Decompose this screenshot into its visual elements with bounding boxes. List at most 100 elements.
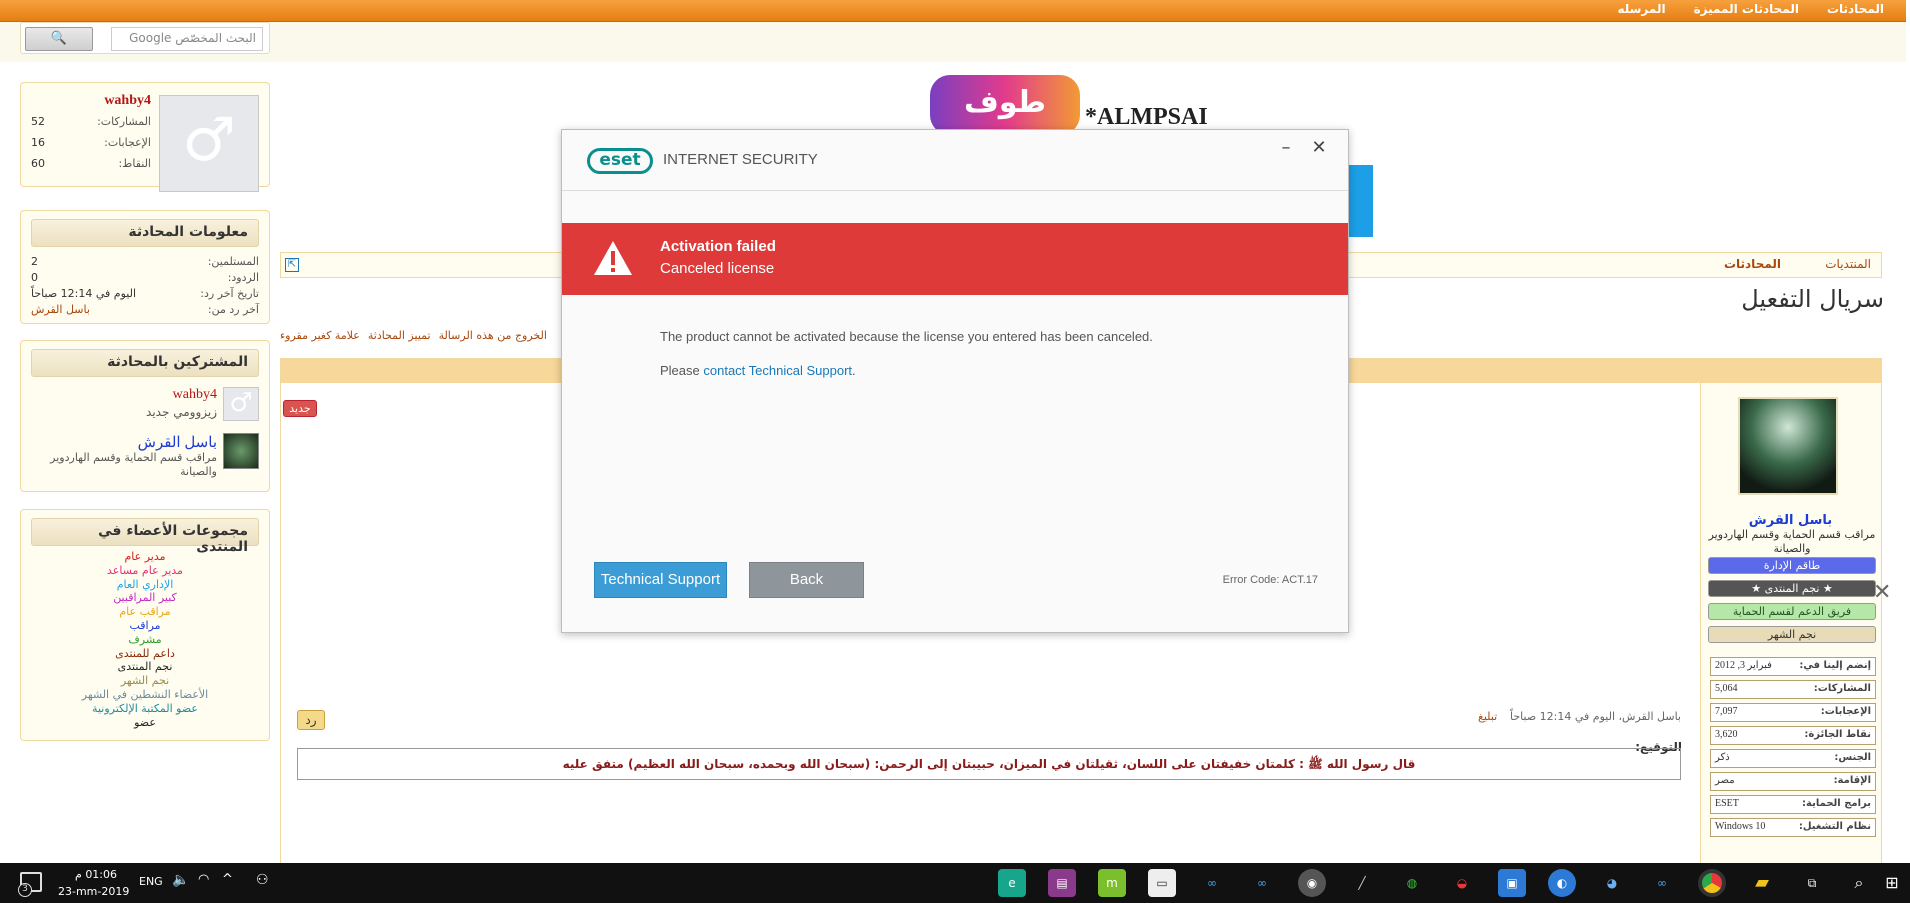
eset-dialog: eset INTERNET SECURITY – ✕ Activation fa…: [561, 129, 1349, 633]
poster-info-row: إنضم إلينا في: فبراير 3, 2012: [1710, 657, 1876, 676]
member-group-item[interactable]: مراقب عام: [20, 605, 270, 618]
app-icon-network-2[interactable]: ∞: [1248, 869, 1276, 897]
replies-value: 0: [31, 271, 38, 284]
app-icon-blue-circle[interactable]: ◐: [1548, 869, 1576, 897]
member-group-item[interactable]: مراقب: [20, 619, 270, 632]
user-points-label: النقاط:: [118, 157, 151, 170]
volume-muted-icon[interactable]: 🔈: [172, 872, 189, 888]
member-group-item[interactable]: عضو: [20, 716, 270, 729]
chrome-icon[interactable]: [1698, 869, 1726, 897]
member-group-item[interactable]: كبير المراقبين: [20, 591, 270, 604]
participants-title: المشتركين بالمحادثة: [31, 349, 259, 377]
app-icon-red[interactable]: ◒: [1448, 869, 1476, 897]
post-meta: باسل القرش، اليوم في 12:14 صباحاً: [1510, 710, 1681, 723]
banner-blue-edge: [1345, 165, 1373, 237]
app-icon-disk[interactable]: ◉: [1298, 869, 1326, 897]
poster-avatar[interactable]: [1738, 397, 1838, 495]
clock-time[interactable]: 01:06 م: [75, 868, 117, 881]
app-icon-tool[interactable]: ╱: [1348, 869, 1376, 897]
poster-info-value: Windows 10: [1715, 821, 1766, 832]
nav-sent[interactable]: المرسله: [1617, 2, 1665, 16]
poster-info-row: الجنس: ذكر: [1710, 749, 1876, 768]
participant-avatar-2[interactable]: [223, 433, 259, 469]
app-icon-e[interactable]: e: [998, 869, 1026, 897]
member-group-item[interactable]: مدير عام مساعد: [20, 564, 270, 577]
search-icon[interactable]: ⌕: [1845, 869, 1873, 897]
participant-name-1[interactable]: wahby4: [173, 387, 217, 403]
logo-latin-text: *ALMPSAI: [1085, 104, 1208, 130]
star-conversation-link[interactable]: تمييز المحادثة: [368, 329, 431, 342]
post-author-time[interactable]: باسل القرش، اليوم في 12:14 صباحاً: [1510, 710, 1681, 723]
member-group-item[interactable]: مشرف: [20, 633, 270, 646]
contact-support-link[interactable]: contact Technical Support: [703, 363, 852, 378]
file-explorer-icon[interactable]: ▰: [1748, 869, 1776, 897]
user-posts-value: 52: [31, 115, 45, 128]
people-icon[interactable]: ⚇: [256, 872, 269, 888]
report-link[interactable]: تبليغ: [1478, 710, 1497, 723]
poster-info-value: فبراير 3, 2012: [1715, 660, 1772, 671]
nav-featured-conversations[interactable]: المحادثات المميزة: [1694, 2, 1799, 16]
search-input[interactable]: البحث المخصّص Google: [111, 27, 263, 51]
please-text: Please: [660, 363, 704, 378]
expand-icon[interactable]: ⇱: [285, 258, 299, 272]
language-indicator[interactable]: ENG: [139, 875, 163, 888]
leave-conversation-link[interactable]: الخروج من هذه الرسالة: [439, 329, 547, 342]
task-view-icon[interactable]: ⧉: [1798, 869, 1826, 897]
member-group-item[interactable]: الإداري العام: [20, 578, 270, 591]
search-button[interactable]: 🔍: [25, 27, 93, 51]
user-panel: ♂ wahby4 المشاركات: 52 الإعجابات: 16 الن…: [20, 82, 270, 192]
male-icon: ♂: [182, 105, 236, 175]
app-icon-globe[interactable]: ◍: [1398, 869, 1426, 897]
minimize-icon[interactable]: –: [1275, 138, 1297, 160]
clock-date[interactable]: 23-mm-2019: [58, 885, 129, 898]
member-group-item[interactable]: مدير عام: [20, 550, 270, 563]
user-name[interactable]: wahby4: [104, 93, 151, 109]
breadcrumb-conversations[interactable]: المحادثات: [1724, 257, 1781, 271]
poster-info-row: نقاط الجائزة: 3,620: [1710, 726, 1876, 745]
participant-avatar-1[interactable]: ♂: [223, 387, 259, 421]
error-code: Error Code: ACT.17: [1222, 574, 1318, 586]
badge-forum-star-text: ★ نجم المنتدى ★: [1751, 582, 1833, 595]
page-title: سريال التفعيل: [1741, 285, 1884, 313]
member-group-item[interactable]: داعم للمنتدى: [20, 647, 270, 660]
poster-info-label: الجنس:: [1834, 752, 1871, 763]
poster-info-label: نظام التشغيل:: [1798, 821, 1871, 832]
close-icon[interactable]: ✕: [1873, 580, 1891, 605]
user-avatar[interactable]: ♂: [159, 95, 259, 192]
member-group-item[interactable]: نجم المنتدى: [20, 660, 270, 673]
breadcrumb-forums[interactable]: المنتديات: [1825, 257, 1871, 271]
app-icon-m[interactable]: m: [1098, 869, 1126, 897]
close-icon[interactable]: ✕: [1308, 138, 1330, 160]
app-icon-winrar[interactable]: ▤: [1048, 869, 1076, 897]
activation-failed-alert: Activation failed Canceled license: [562, 223, 1348, 295]
poster-info-row: الإقامة: مصر: [1710, 772, 1876, 791]
mark-unread-link[interactable]: علامة كغير مقروء: [280, 329, 360, 342]
new-badge: جديد: [283, 400, 317, 417]
nav-conversations[interactable]: المحادثات: [1827, 2, 1884, 16]
eset-logo: eset: [587, 148, 653, 174]
poster-info-value: 7,097: [1715, 706, 1738, 717]
chevron-up-icon[interactable]: ^: [222, 872, 233, 887]
member-group-item[interactable]: نجم الشهر: [20, 674, 270, 687]
last-reply-by-value[interactable]: باسل القرش: [31, 303, 90, 316]
poster-name[interactable]: باسل القرش: [1700, 513, 1881, 528]
app-icon-document[interactable]: ▭: [1148, 869, 1176, 897]
participant-name-2[interactable]: باسل القرش: [138, 433, 217, 452]
reply-button[interactable]: رد: [297, 710, 325, 730]
app-icon-monitor[interactable]: ▣: [1498, 869, 1526, 897]
poster-info-label: نقاط الجائزة:: [1804, 729, 1871, 740]
app-icon-eye[interactable]: ◕: [1598, 869, 1626, 897]
user-likes-label: الإعجابات:: [104, 136, 151, 149]
poster-info-label: الإقامة:: [1833, 775, 1871, 786]
start-windows-icon[interactable]: ⊞: [1878, 869, 1906, 897]
wifi-icon[interactable]: ◠: [198, 872, 209, 887]
member-group-item[interactable]: عضو المكتبة الإلكترونية: [20, 702, 270, 715]
app-icon-network-3[interactable]: ∞: [1648, 869, 1676, 897]
back-button[interactable]: Back: [749, 562, 864, 598]
member-group-item[interactable]: الأعضاء النشطين في الشهر: [20, 688, 270, 701]
technical-support-button[interactable]: Technical Support: [594, 562, 727, 598]
site-logo[interactable]: طوف: [930, 75, 1080, 135]
poster-info-value: 3,620: [1715, 729, 1738, 740]
app-icon-network-1[interactable]: ∞: [1198, 869, 1226, 897]
member-groups-title: مجموعات الأعضاء في المنتدى: [31, 518, 259, 555]
